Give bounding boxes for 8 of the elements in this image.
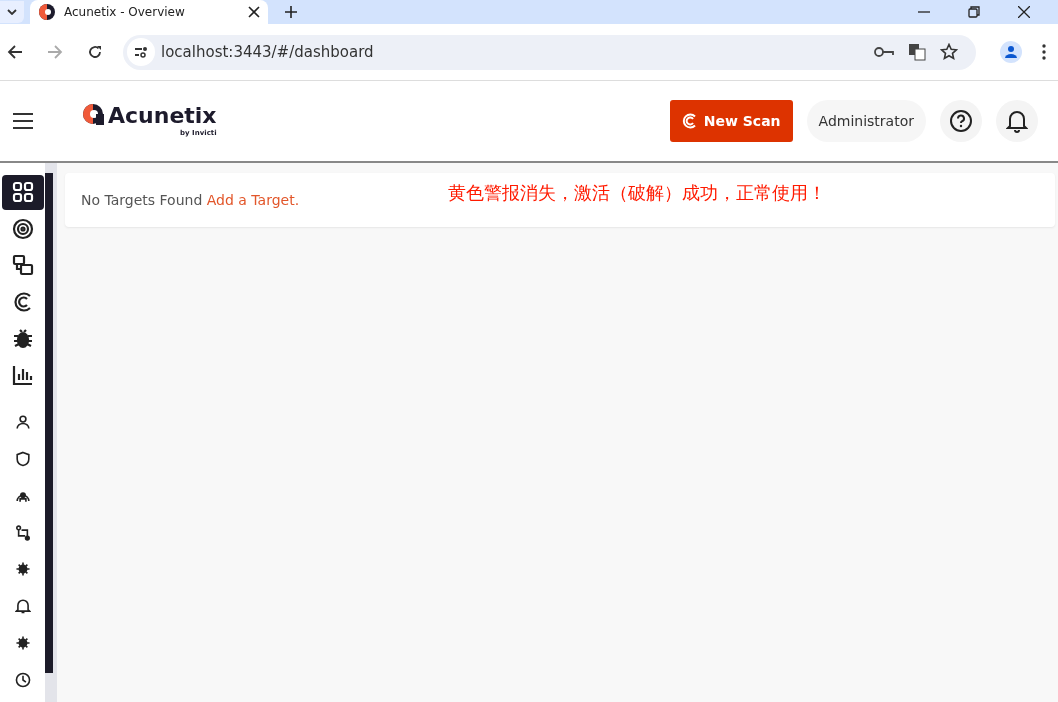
add-target-link[interactable]: Add a Target. bbox=[206, 192, 300, 208]
annotation-text: 黄色警报消失，激活（破解）成功，正常使用！ bbox=[448, 181, 826, 205]
address-field[interactable]: localhost:3443/#/dashboard bbox=[123, 34, 976, 70]
user-menu-button[interactable]: Administrator bbox=[806, 100, 926, 142]
browser-tab[interactable]: Acunetix - Overview bbox=[30, 0, 268, 24]
notice-text: No Targets Found Add a Target. bbox=[81, 192, 301, 208]
new-scan-button[interactable]: New Scan bbox=[669, 100, 793, 142]
logo-wordmark: Acunetix bbox=[108, 103, 217, 129]
